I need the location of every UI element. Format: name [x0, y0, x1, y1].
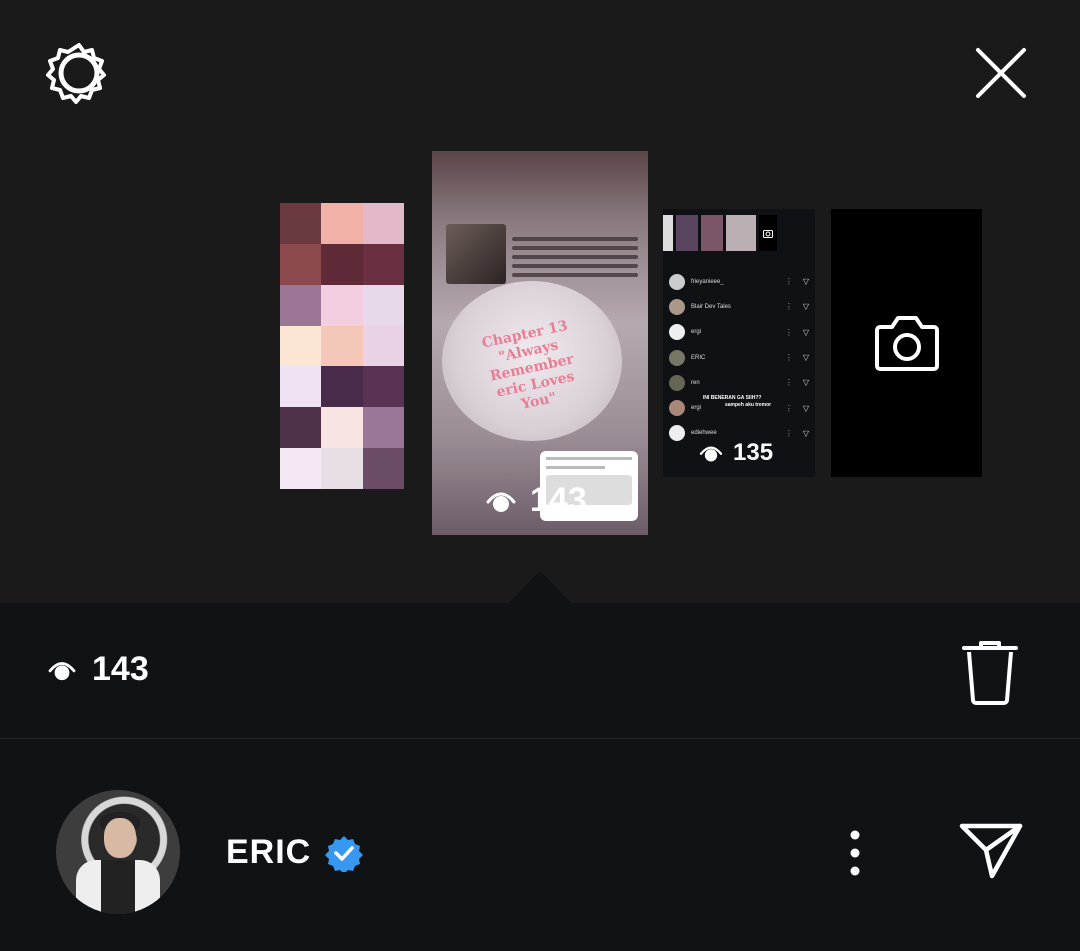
gear-icon: [46, 43, 106, 104]
story-archive-area: Chapter 13 "Always Remember eric Loves Y…: [0, 0, 1080, 604]
viewers-button[interactable]: 143: [48, 650, 149, 689]
trash-icon: [962, 641, 1018, 705]
story-overlay-text-1: INI BENERAN GA SIIH??: [703, 395, 762, 401]
list-item: ERIC ⋮ ▽: [663, 345, 815, 370]
eye-icon: [48, 661, 76, 680]
delete-story-button[interactable]: [958, 636, 1022, 708]
cake-image: Chapter 13 "Always Remember eric Loves Y…: [442, 281, 622, 441]
pixelated-story-image: [280, 203, 404, 489]
camera-icon: [759, 215, 777, 251]
story-thumbnail-current[interactable]: Chapter 13 "Always Remember eric Loves Y…: [432, 151, 648, 535]
story-insights-bar: [0, 603, 1080, 738]
verified-badge-icon: [325, 835, 364, 872]
story-photo: [446, 224, 506, 284]
story-thumbnail-previous[interactable]: [264, 203, 406, 491]
list-item: ren ⋮ ▽: [663, 370, 815, 395]
story-thumbnail-next[interactable]: frieyanieee_ ⋮ ▽ Blair Dev Tales ⋮ ▽ ergi ⋮ ▽ …: [663, 209, 815, 477]
more-vertical-icon: [850, 830, 860, 876]
close-button[interactable]: [968, 40, 1034, 106]
story-view-count-value: 143: [530, 481, 587, 519]
camera-icon: [874, 316, 939, 371]
selection-pointer: [508, 571, 572, 604]
mini-story-strip: [663, 215, 777, 251]
story-view-count: 143: [486, 481, 587, 520]
list-item: frieyanieee_ ⋮ ▽: [663, 269, 815, 294]
profile-name-row[interactable]: ERIC: [226, 833, 364, 872]
settings-button[interactable]: [44, 38, 114, 108]
list-item: ergi ⋮ ▽: [663, 320, 815, 345]
story-overlay-text-2: sampeh aku tremor: [725, 402, 772, 408]
share-button[interactable]: [956, 818, 1026, 882]
send-icon: [959, 823, 1023, 879]
add-story-button[interactable]: [831, 209, 982, 477]
story-caption-text: [512, 237, 638, 277]
viewer-list: frieyanieee_ ⋮ ▽ Blair Dev Tales ⋮ ▽ ergi ⋮ ▽ …: [663, 269, 815, 446]
eye-icon: [486, 492, 516, 512]
avatar[interactable]: [56, 790, 180, 914]
cake-text: Chapter 13 "Always Remember eric Loves Y…: [480, 317, 576, 413]
username: ERIC: [226, 833, 312, 871]
eye-icon: [699, 446, 723, 462]
story-view-count-next: 135: [699, 439, 773, 467]
view-count: 143: [92, 650, 149, 688]
more-options-button[interactable]: [838, 826, 872, 880]
list-item: Blair Dev Tales ⋮ ▽: [663, 294, 815, 319]
close-icon: [976, 48, 1026, 98]
story-view-count-next-value: 135: [733, 439, 774, 466]
